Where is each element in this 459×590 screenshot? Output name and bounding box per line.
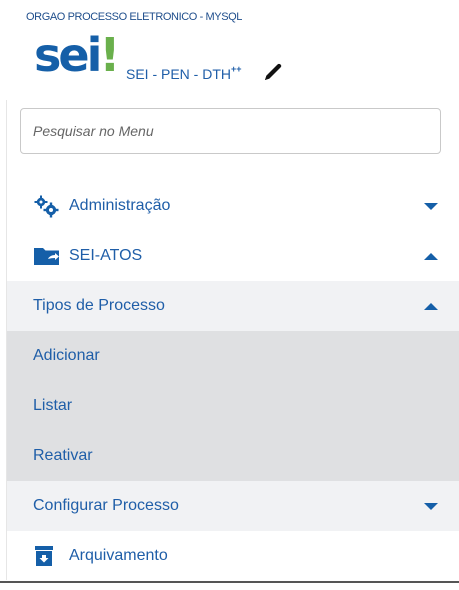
sei-logo[interactable]: sei! bbox=[34, 32, 120, 78]
folder-share-icon bbox=[33, 244, 69, 268]
menu-item-adicionar[interactable]: Adicionar bbox=[7, 331, 459, 381]
menu-item-label: Listar bbox=[33, 397, 73, 414]
gears-icon bbox=[33, 194, 69, 218]
menu-item-tipos-de-processo[interactable]: Tipos de Processo bbox=[7, 281, 459, 331]
logo-text: sei bbox=[34, 28, 102, 82]
divider bbox=[0, 581, 459, 583]
organization-name: ORGAO PROCESSO ELETRONICO - MYSQL bbox=[26, 11, 243, 23]
menu-item-arquivamento[interactable]: Arquivamento bbox=[7, 531, 459, 581]
side-menu: Administração SEI-ATOS Tipos de Processo… bbox=[6, 100, 459, 580]
menu-item-administracao[interactable]: Administração bbox=[7, 181, 459, 231]
archive-icon bbox=[33, 544, 69, 568]
menu-item-listar[interactable]: Listar bbox=[7, 381, 459, 431]
menu-item-label: Adicionar bbox=[33, 347, 100, 364]
menu-item-label: SEI-ATOS bbox=[69, 247, 143, 264]
unit-label: SEI - PEN - DTH bbox=[126, 66, 232, 82]
logo-bang: ! bbox=[99, 28, 120, 82]
pencil-icon[interactable] bbox=[262, 61, 284, 83]
menu-item-sei-atos[interactable]: SEI-ATOS bbox=[7, 231, 459, 281]
unit-selector[interactable]: SEI - PEN - DTH++ bbox=[126, 64, 242, 82]
chevron-up-icon bbox=[424, 302, 438, 310]
chevron-down-icon bbox=[424, 502, 438, 510]
menu-item-label: Configurar Processo bbox=[33, 497, 179, 514]
menu-item-configurar-processo[interactable]: Configurar Processo bbox=[7, 481, 459, 531]
chevron-up-icon bbox=[424, 252, 438, 260]
chevron-down-icon bbox=[424, 202, 438, 210]
menu-item-label: Administração bbox=[69, 197, 171, 214]
menu-item-label: Arquivamento bbox=[69, 547, 168, 564]
unit-sup: ++ bbox=[231, 64, 242, 74]
menu-search-input[interactable] bbox=[20, 108, 441, 154]
header: ORGAO PROCESSO ELETRONICO - MYSQL sei! S… bbox=[0, 0, 459, 100]
menu-item-label: Tipos de Processo bbox=[33, 297, 165, 314]
menu-item-label: Reativar bbox=[33, 447, 93, 464]
menu-item-reativar[interactable]: Reativar bbox=[7, 431, 459, 481]
